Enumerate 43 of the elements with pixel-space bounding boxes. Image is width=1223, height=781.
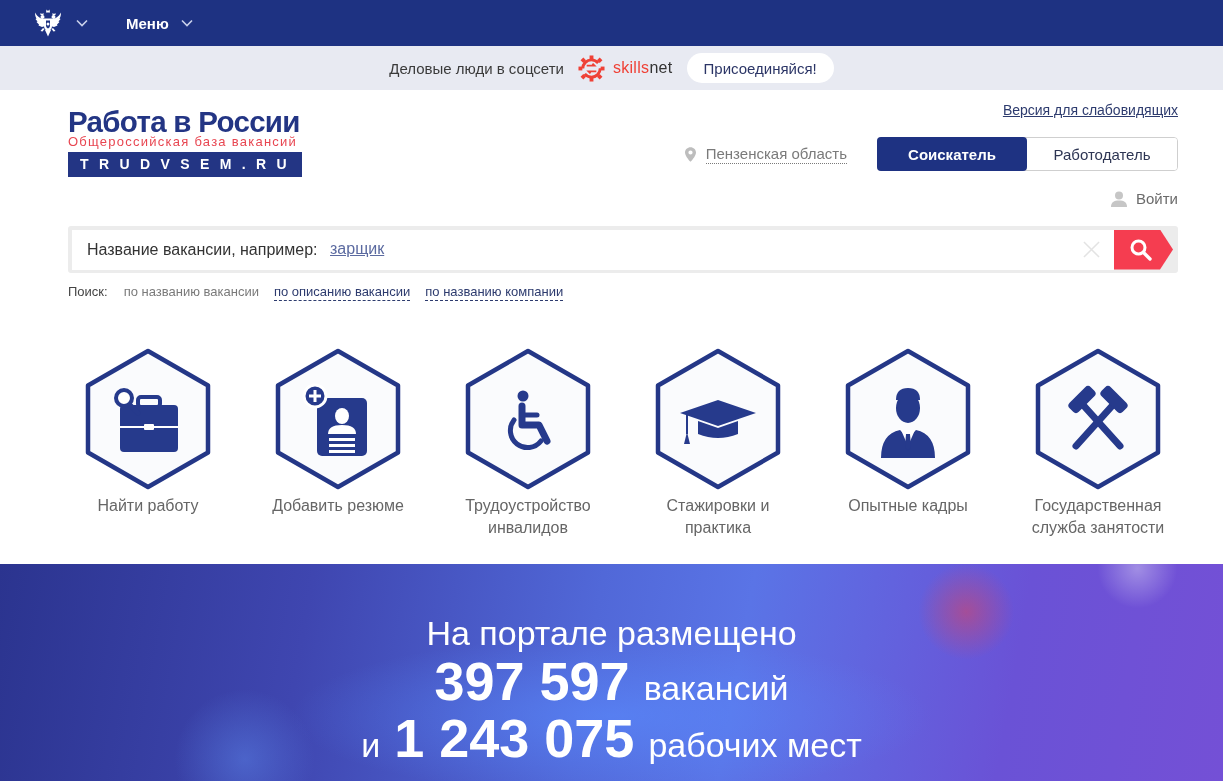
service-link[interactable]: Найти работу <box>53 348 243 564</box>
menu-button[interactable]: Меню <box>126 14 193 32</box>
logo-domain-bar: TRUDVSEM.RU <box>68 152 302 177</box>
search-button[interactable] <box>1114 229 1173 270</box>
gear-arrows-icon <box>577 54 605 82</box>
logo-subtitle: Общероссийская база вакансий <box>68 135 298 148</box>
stat-number: 1 243 075 <box>394 710 635 767</box>
emblem-dropdown[interactable] <box>34 9 88 37</box>
search-icon <box>1129 237 1153 262</box>
chevron-down-icon <box>180 19 193 27</box>
crossed-hammers-icon <box>1034 348 1162 490</box>
stat-caption: вакансий <box>643 668 789 709</box>
chevron-down-icon <box>76 19 88 27</box>
profile-card-plus-icon <box>274 348 402 490</box>
graduation-cap-icon <box>654 348 782 490</box>
stat-caption: и <box>361 725 381 766</box>
brand-wordmark: skillsnet <box>612 59 673 77</box>
location-pin-icon <box>684 146 696 162</box>
region-link[interactable]: Пензенская область <box>705 144 847 164</box>
service-link[interactable]: Трудоустройство инвалидов <box>433 348 623 564</box>
briefcase-magnifier-icon <box>84 348 212 490</box>
user-silhouette-icon <box>1111 190 1127 207</box>
service-link[interactable]: Добавить резюме <box>243 348 433 564</box>
service-link[interactable]: Опытные кадры <box>813 348 1003 564</box>
wheelchair-icon <box>464 348 592 490</box>
search-mode-link[interactable]: по описанию вакансии <box>273 284 411 301</box>
search-mode-link[interactable]: по названию компании <box>425 284 564 301</box>
accessibility-version-link[interactable]: Версия для слабовидящих <box>1002 102 1178 118</box>
promo-text: Деловые люди в соцсети <box>389 59 564 77</box>
example-query-link[interactable]: зарщик <box>330 240 385 258</box>
service-link[interactable]: Стажировки и практика <box>623 348 813 564</box>
search-mode-label: Поиск: <box>68 284 108 299</box>
login-link[interactable]: Войти <box>1111 190 1178 207</box>
search-mode-link[interactable]: по названию вакансии <box>123 284 259 301</box>
stats-heading: На портале размещено <box>425 613 798 653</box>
role-tab[interactable]: Соискатель <box>877 137 1027 171</box>
stat-number: 397 597 <box>434 653 630 710</box>
stat-caption: рабочих мест <box>648 725 862 766</box>
service-link[interactable]: Государственная служба занятости <box>1003 348 1193 564</box>
logo-title[interactable]: Работа в России <box>68 109 300 135</box>
man-in-suit-icon <box>844 348 972 490</box>
eagle-emblem-icon <box>34 9 62 37</box>
join-button[interactable]: Присоединяйся! <box>686 53 834 83</box>
